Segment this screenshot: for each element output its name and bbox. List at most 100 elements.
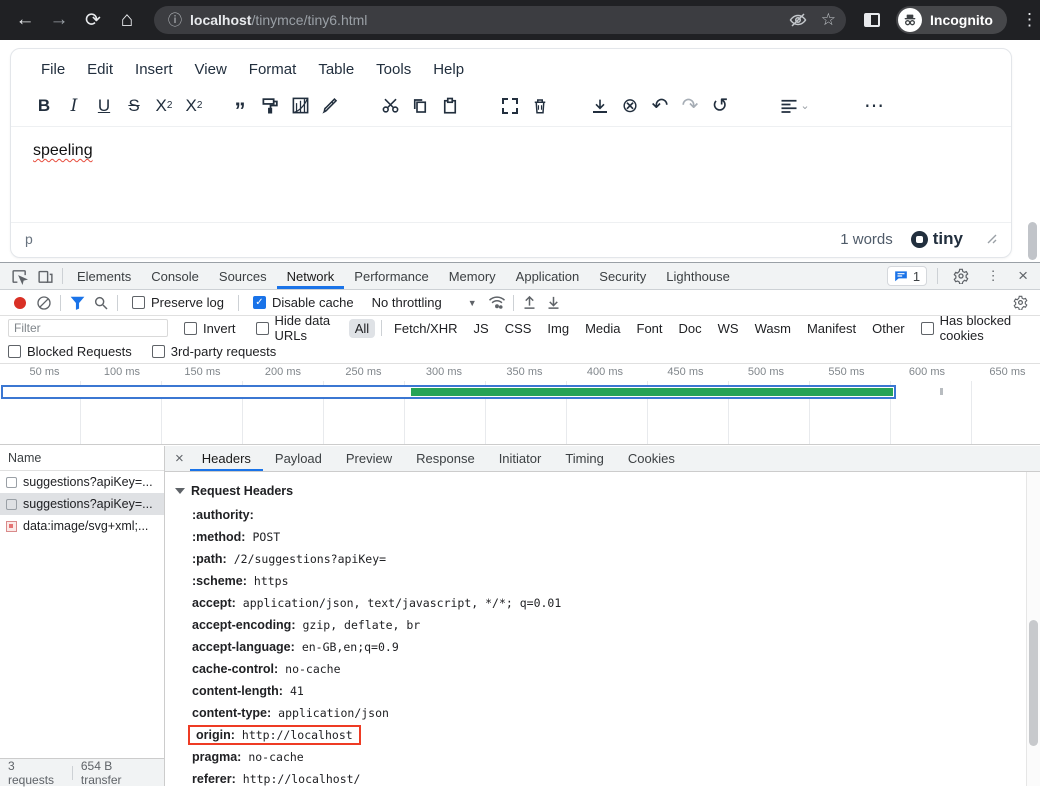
disable-cache-checkbox[interactable]: ✓Disable cache (253, 295, 354, 310)
menu-tools[interactable]: Tools (366, 57, 421, 82)
detail-tab-headers[interactable]: Headers (190, 446, 263, 471)
filter-type-wasm[interactable]: Wasm (749, 319, 797, 338)
italic-icon[interactable]: I (59, 90, 89, 122)
menu-help[interactable]: Help (423, 57, 474, 82)
throttling-select[interactable]: No throttling ▼ (372, 295, 477, 310)
filter-input[interactable] (8, 319, 168, 337)
issues-badge[interactable]: 1 (887, 266, 927, 286)
permanent-pen-icon[interactable] (315, 90, 345, 122)
has-blocked-cookies-checkbox[interactable]: Has blocked cookies (921, 313, 1022, 343)
detail-tab-initiator[interactable]: Initiator (487, 446, 554, 471)
third-party-requests-checkbox[interactable]: 3rd-party requests (152, 344, 277, 359)
tab-performance[interactable]: Performance (344, 263, 438, 289)
network-conditions-icon[interactable] (485, 292, 509, 314)
detail-tab-response[interactable]: Response (404, 446, 487, 471)
reload-icon[interactable]: ⟳ (76, 5, 110, 35)
detail-tab-preview[interactable]: Preview (334, 446, 404, 471)
undo-icon[interactable]: ↶ (645, 90, 675, 122)
restore-draft-icon[interactable]: ↺ (705, 90, 735, 122)
filter-type-ws[interactable]: WS (712, 319, 745, 338)
strikethrough-icon[interactable]: S (119, 90, 149, 122)
word-count[interactable]: 1 words (840, 231, 893, 248)
tab-security[interactable]: Security (589, 263, 656, 289)
filter-type-other[interactable]: Other (866, 319, 911, 338)
menu-format[interactable]: Format (239, 57, 307, 82)
site-info-icon[interactable]: ⓘ (168, 10, 182, 30)
select-all-icon[interactable] (495, 90, 525, 122)
element-path[interactable]: p (25, 231, 33, 247)
filter-type-fetchxhr[interactable]: Fetch/XHR (388, 319, 464, 338)
browser-menu-icon[interactable]: ⋮ (1021, 10, 1038, 30)
tab-sources[interactable]: Sources (209, 263, 277, 289)
forward-icon[interactable]: → (42, 5, 76, 35)
subscript-icon[interactable]: X2 (149, 90, 179, 122)
filter-type-media[interactable]: Media (579, 319, 626, 338)
tab-application[interactable]: Application (506, 263, 590, 289)
address-bar[interactable]: ⓘ localhost /tinymce/tiny6.html ☆ (154, 6, 846, 34)
tab-console[interactable]: Console (141, 263, 209, 289)
filter-type-js[interactable]: JS (468, 319, 495, 338)
misspelled-word[interactable]: speeling (33, 142, 93, 159)
copy-icon[interactable] (405, 90, 435, 122)
page-scrollbar[interactable] (1028, 222, 1037, 260)
request-row-2[interactable]: suggestions?apiKey=... (0, 493, 164, 515)
timeline-selection[interactable] (1, 385, 896, 399)
request-headers-section[interactable]: Request Headers (175, 484, 1026, 498)
devtools-close-icon[interactable]: × (1012, 266, 1034, 286)
invert-checkbox[interactable]: Invert (184, 321, 236, 336)
filter-type-font[interactable]: Font (631, 319, 669, 338)
detail-close-icon[interactable]: × (169, 450, 190, 467)
menu-view[interactable]: View (185, 57, 237, 82)
menu-file[interactable]: File (31, 57, 75, 82)
device-toolbar-icon[interactable] (32, 265, 58, 287)
export-icon[interactable] (585, 90, 615, 122)
bookmark-star-icon[interactable]: ☆ (821, 10, 836, 30)
menu-edit[interactable]: Edit (77, 57, 123, 82)
superscript-icon[interactable]: X2 (179, 90, 209, 122)
settings-gear-icon[interactable] (948, 265, 974, 287)
blockquote-icon[interactable]: ” (225, 90, 255, 122)
network-overview-timeline[interactable]: 50 ms100 ms 150 ms200 ms 250 ms300 ms 35… (0, 364, 1040, 445)
home-icon[interactable]: ⌂ (110, 5, 144, 35)
hide-data-urls-checkbox[interactable]: Hide data URLs (256, 313, 337, 343)
devtools-menu-icon[interactable]: ⋮ (980, 265, 1006, 287)
detail-tab-payload[interactable]: Payload (263, 446, 334, 471)
tab-memory[interactable]: Memory (439, 263, 506, 289)
record-icon[interactable] (8, 292, 32, 314)
resize-handle-icon[interactable] (987, 234, 997, 244)
detail-tab-cookies[interactable]: Cookies (616, 446, 687, 471)
filter-type-img[interactable]: Img (541, 319, 575, 338)
delete-icon[interactable] (525, 90, 555, 122)
request-list-header[interactable]: Name (0, 446, 164, 471)
redo-icon[interactable]: ↷ (675, 90, 705, 122)
menu-table[interactable]: Table (308, 57, 364, 82)
request-row-3[interactable]: data:image/svg+xml;... (0, 515, 164, 537)
inspect-icon[interactable] (6, 265, 32, 287)
filter-type-all[interactable]: All (349, 319, 375, 338)
tab-lighthouse[interactable]: Lighthouse (656, 263, 740, 289)
eye-off-icon[interactable] (789, 11, 807, 29)
bold-icon[interactable]: B (29, 90, 59, 122)
detail-tab-timing[interactable]: Timing (553, 446, 616, 471)
tiny-logo[interactable]: tiny (911, 229, 963, 249)
network-settings-icon[interactable] (1008, 292, 1032, 314)
cancel-icon[interactable]: ⊗ (615, 90, 645, 122)
more-options-icon[interactable]: ⋯ (859, 90, 889, 122)
menu-insert[interactable]: Insert (125, 57, 183, 82)
align-left-icon[interactable]: ⌄ (773, 90, 817, 122)
import-har-icon[interactable] (518, 292, 542, 314)
filter-icon[interactable] (65, 292, 89, 314)
preserve-log-checkbox[interactable]: Preserve log (132, 295, 224, 310)
detail-scrollbar-thumb[interactable] (1029, 620, 1038, 746)
incognito-badge[interactable]: Incognito (896, 6, 1007, 34)
clear-icon[interactable] (32, 292, 56, 314)
request-row-1[interactable]: suggestions?apiKey=... (0, 471, 164, 493)
search-icon[interactable] (89, 292, 113, 314)
back-icon[interactable]: ← (8, 5, 42, 35)
detail-scrollbar[interactable] (1026, 472, 1040, 786)
export-har-icon[interactable] (542, 292, 566, 314)
tab-elements[interactable]: Elements (67, 263, 141, 289)
cut-icon[interactable] (375, 90, 405, 122)
side-panel-icon[interactable] (864, 13, 880, 27)
filter-type-css[interactable]: CSS (499, 319, 538, 338)
